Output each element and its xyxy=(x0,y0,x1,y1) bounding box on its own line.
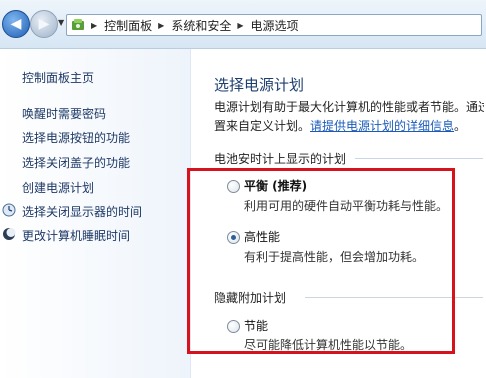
breadcrumb-system-security[interactable]: 系统和安全 xyxy=(171,17,231,34)
page-description: 电源计划有助于最大化计算机的性能或者节能。通过 置来自定义计划。请提供电源计划的… xyxy=(214,98,484,136)
address-toolbar: ◀ ▶ ▼ ▶ 控制面板 ▶ 系统和安全 ▶ 电源选项 xyxy=(0,0,486,49)
chevron-right-icon[interactable]: ▶ xyxy=(237,21,243,30)
back-arrow-icon: ◀ xyxy=(10,16,22,32)
forward-arrow-icon: ▶ xyxy=(38,16,50,32)
link-display-off-time[interactable]: 选择关闭显示器的时间 xyxy=(22,203,142,220)
link-lid-close[interactable]: 选择关闭盖子的功能 xyxy=(22,154,130,171)
history-dropdown-icon[interactable]: ▼ xyxy=(58,18,64,27)
highlight-box xyxy=(187,168,455,354)
control-panel-home-link[interactable]: 控制面板主页 xyxy=(22,69,94,86)
left-task-pane: 控制面板主页 唤醒时需要密码 选择电源按钮的功能 选择关闭盖子的功能 创建电源计… xyxy=(0,49,191,378)
breadcrumb-power-options[interactable]: 电源选项 xyxy=(251,17,299,34)
plan-details-link[interactable]: 请提供电源计划的详细信息 xyxy=(310,119,454,133)
link-create-plan[interactable]: 创建电源计划 xyxy=(22,179,94,196)
chevron-right-icon[interactable]: ▶ xyxy=(158,21,164,30)
link-power-button[interactable]: 选择电源按钮的功能 xyxy=(22,129,130,146)
page-title: 选择电源计划 xyxy=(214,76,305,94)
section-divider xyxy=(355,158,483,159)
chevron-right-icon: ▶ xyxy=(91,20,98,30)
description-line-2: 置来自定义计划。 xyxy=(214,119,311,133)
monitor-clock-icon xyxy=(2,203,16,217)
link-sleep-time[interactable]: 更改计算机睡眠时间 xyxy=(22,227,130,244)
back-button[interactable]: ◀ xyxy=(2,10,30,38)
breadcrumb-control-panel[interactable]: 控制面板 xyxy=(104,17,152,34)
moon-sleep-icon xyxy=(3,228,16,240)
forward-button[interactable]: ▶ xyxy=(30,10,58,38)
link-wake-password[interactable]: 唤醒时需要密码 xyxy=(22,105,106,122)
address-bar[interactable]: ▶ 控制面板 ▶ 系统和安全 ▶ 电源选项 xyxy=(66,14,482,36)
control-panel-icon xyxy=(72,19,84,30)
period-text: 。 xyxy=(454,119,467,133)
section-battery-plans: 电池安时计上显示的计划 xyxy=(214,152,347,166)
description-line-1: 电源计划有助于最大化计算机的性能或者节能。通过 xyxy=(214,100,484,114)
